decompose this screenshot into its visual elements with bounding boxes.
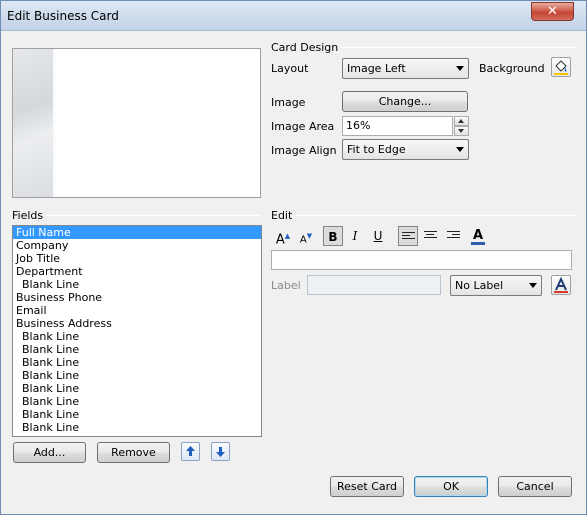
label-position-dropdown[interactable]: No Label <box>450 275 542 296</box>
change-image-button[interactable]: Change... <box>342 91 468 112</box>
image-area-label: Image Area <box>271 120 335 133</box>
card-design-divider <box>341 47 576 48</box>
title-bar[interactable]: Edit Business Card ✕ <box>1 1 586 31</box>
list-item[interactable]: Blank Line <box>13 382 261 395</box>
image-area-input[interactable]: 16% <box>342 116 453 136</box>
background-color-button[interactable] <box>551 57 571 77</box>
font-color-button[interactable]: A <box>468 226 488 246</box>
list-item[interactable]: Blank Line <box>13 278 261 291</box>
layout-label: Layout <box>271 62 309 75</box>
fields-group-label: Fields <box>12 209 44 222</box>
list-item[interactable]: Email <box>13 304 261 317</box>
ok-button[interactable]: OK <box>414 476 488 497</box>
layout-dropdown[interactable]: Image Left <box>342 58 469 79</box>
font-color-icon <box>554 276 568 293</box>
label-position-value: No Label <box>455 279 504 292</box>
dialog-window: Edit Business Card ✕ Card Design Layout … <box>0 0 587 515</box>
edit-divider <box>296 215 576 216</box>
background-label: Background <box>479 62 545 75</box>
reset-card-button[interactable]: Reset Card <box>330 476 404 497</box>
grow-font-button[interactable]: A▲ <box>273 226 293 248</box>
window-title: Edit Business Card <box>7 9 119 23</box>
image-align-dropdown[interactable]: Fit to Edge <box>342 139 469 160</box>
label-label: Label <box>271 279 301 292</box>
list-item[interactable]: Business Address <box>13 317 261 330</box>
move-down-button[interactable] <box>211 442 230 461</box>
preview-image <box>13 49 53 197</box>
list-item[interactable]: Blank Line <box>13 421 261 434</box>
italic-button[interactable]: I <box>345 226 365 246</box>
list-item[interactable]: Job Title <box>13 252 261 265</box>
paint-bucket-icon <box>554 60 568 75</box>
list-item[interactable]: Blank Line <box>13 395 261 408</box>
arrow-down-icon <box>216 447 225 457</box>
arrow-up-icon <box>186 446 195 456</box>
field-text-input[interactable] <box>271 250 572 270</box>
list-item[interactable]: Company <box>13 239 261 252</box>
align-left-icon <box>402 232 415 242</box>
list-item[interactable]: Full Name <box>13 226 261 239</box>
image-align-value: Fit to Edge <box>347 143 406 156</box>
layout-dropdown-value: Image Left <box>347 62 406 75</box>
remove-field-button[interactable]: Remove <box>97 442 170 463</box>
image-align-label: Image Align <box>271 144 337 157</box>
cancel-button[interactable]: Cancel <box>498 476 572 497</box>
fields-list[interactable]: Full Name Company Job Title Department Blank… <box>12 225 262 437</box>
bold-button[interactable]: B <box>323 226 343 246</box>
image-area-spinner[interactable] <box>454 116 469 136</box>
chevron-down-icon <box>456 147 464 152</box>
list-item[interactable]: Business Phone <box>13 291 261 304</box>
card-design-group-label: Card Design <box>271 41 339 54</box>
list-item[interactable]: Blank Line <box>13 369 261 382</box>
dialog-body: Card Design Layout Image Left Background… <box>1 32 586 514</box>
move-up-button[interactable] <box>181 442 200 461</box>
add-field-button[interactable]: Add... <box>13 442 86 463</box>
list-item[interactable]: Blank Line <box>13 408 261 421</box>
list-item[interactable]: Blank Line <box>13 343 261 356</box>
card-preview <box>12 48 261 198</box>
close-button[interactable]: ✕ <box>531 2 574 21</box>
underline-button[interactable]: U <box>368 226 388 246</box>
align-left-button[interactable] <box>398 226 418 246</box>
align-right-button[interactable] <box>444 226 464 246</box>
grow-font-icon: A <box>275 232 285 248</box>
shrink-font-icon: A <box>299 234 307 246</box>
align-right-icon <box>447 231 460 241</box>
chevron-down-icon <box>456 66 464 71</box>
spin-up-icon[interactable] <box>454 116 469 126</box>
label-input[interactable] <box>307 275 441 295</box>
font-color-swatch <box>471 242 485 245</box>
close-icon: ✕ <box>547 4 558 19</box>
fields-divider <box>46 215 261 216</box>
shrink-font-button[interactable]: A▼ <box>296 226 316 246</box>
list-item[interactable]: Blank Line <box>13 330 261 343</box>
align-center-icon <box>424 231 437 241</box>
align-center-button[interactable] <box>421 226 441 246</box>
image-label: Image <box>271 96 306 109</box>
edit-group-label: Edit <box>271 209 293 222</box>
font-color-icon: A <box>472 228 484 243</box>
chevron-down-icon <box>529 283 537 288</box>
list-item[interactable]: Department <box>13 265 261 278</box>
spin-down-icon[interactable] <box>454 126 469 136</box>
list-item[interactable]: Blank Line <box>13 356 261 369</box>
label-font-color-button[interactable] <box>551 275 571 295</box>
